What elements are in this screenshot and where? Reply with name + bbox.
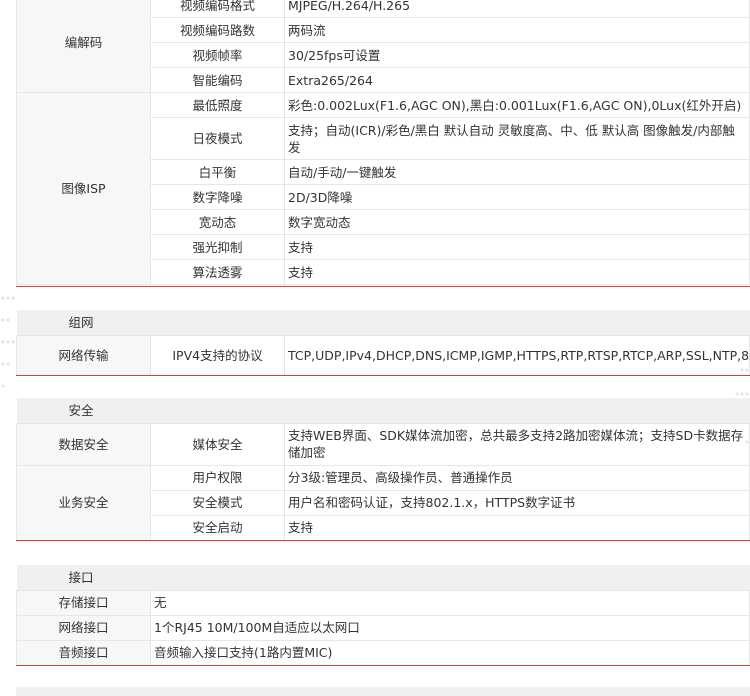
spec-value: 音频输入接口支持(1路内置MIC): [150, 639, 750, 666]
spec-value: 支持: [284, 514, 750, 541]
spec-value: 两码流: [284, 17, 750, 43]
section-header-interface: 接口: [16, 565, 750, 591]
spec-label: 存储接口: [16, 589, 151, 616]
spec-value: Extra265/264: [284, 67, 750, 93]
spec-label: 用户权限: [150, 464, 285, 491]
category-network: 网络传输: [16, 334, 151, 376]
spec-label: 网络接口: [16, 614, 151, 641]
table-row: 业务安全 用户权限 分3级:管理员、高级操作员、普通操作员: [16, 464, 750, 541]
table-row: 存储接口 无: [16, 589, 750, 616]
spec-value: 分3级:管理员、高级操作员、普通操作员: [284, 464, 750, 491]
spec-label: 视频编码路数: [150, 17, 285, 43]
spec-value: 无: [150, 589, 750, 616]
section-divider: [16, 540, 750, 541]
spec-value: 支持: [284, 234, 750, 260]
section-header-next: [16, 687, 750, 696]
category-data-security: 数据安全: [16, 422, 151, 466]
spec-label: 视频帧率: [150, 42, 285, 68]
spec-label: IPV4支持的协议: [150, 334, 285, 376]
spec-value: 1个RJ45 10M/100M自适应以太网口: [150, 614, 750, 641]
spec-value: 支持WEB界面、SDK媒体流加密，总共最多支持2路加密媒体流；支持SD卡数据存储…: [284, 422, 750, 466]
spec-label: 白平衡: [150, 159, 285, 185]
spec-label: 安全模式: [150, 489, 285, 516]
spec-value: 数字宽动态: [284, 209, 750, 235]
section-divider: [16, 286, 750, 287]
spec-label: 算法透雾: [150, 259, 285, 285]
spec-value: 自动/手动/一键触发: [284, 159, 750, 185]
spec-label: 智能编码: [150, 67, 285, 93]
section-divider: [16, 665, 750, 666]
table-row: 网络传输 IPV4支持的协议 TCP,UDP,IPv4,DHCP,DNS,ICM…: [16, 334, 750, 376]
category-codec: 编解码: [16, 0, 151, 93]
section-title: 接口: [16, 565, 750, 591]
category-business-security: 业务安全: [16, 464, 151, 541]
spec-label: 数字降噪: [150, 184, 285, 210]
table-row: 网络接口 1个RJ45 10M/100M自适应以太网口: [16, 614, 750, 641]
spec-label: 媒体安全: [150, 422, 285, 466]
section-title: 安全: [16, 398, 750, 424]
spec-label: 视频编码格式: [150, 0, 285, 18]
spec-label: 强光抑制: [150, 234, 285, 260]
spec-value: 30/25fps可设置: [284, 42, 750, 68]
table-row: 图像ISP 最低照度 彩色:0.002Lux(F1.6,AGC ON),黑白:0…: [16, 92, 750, 285]
section-header-security: 安全: [16, 398, 750, 424]
table-row: 音频接口 音频输入接口支持(1路内置MIC): [16, 639, 750, 666]
spec-value: MJPEG/H.264/H.265: [284, 0, 750, 18]
spec-table-codec-isp: 编解码 视频编码格式 MJPEG/H.264/H.265 视频编码路数 两码流 …: [16, 0, 750, 285]
section-header-network: 组网: [16, 310, 750, 336]
spec-value: 彩色:0.002Lux(F1.6,AGC ON),黑白:0.001Lux(F1.…: [284, 92, 750, 118]
spec-label: 日夜模式: [150, 117, 285, 160]
spec-label: 安全启动: [150, 514, 285, 541]
spec-value: 2D/3D降噪: [284, 184, 750, 210]
spec-value: TCP,UDP,IPv4,DHCP,DNS,ICMP,IGMP,HTTPS,RT…: [284, 334, 750, 376]
section-divider: [16, 375, 750, 376]
spec-value: 支持: [284, 259, 750, 285]
category-image-isp: 图像ISP: [16, 92, 151, 285]
spec-label: 最低照度: [150, 92, 285, 118]
spec-table-interface: 接口 存储接口 无 网络接口 1个RJ45 10M/100M自适应以太网口 音频…: [16, 565, 750, 666]
table-row: 编解码 视频编码格式 MJPEG/H.264/H.265: [16, 0, 750, 93]
spec-table-security: 安全 数据安全 媒体安全 支持WEB界面、SDK媒体流加密，总共最多支持2路加密…: [16, 398, 750, 541]
spec-value: 支持；自动(ICR)/彩色/黑白 默认自动 灵敏度高、中、低 默认高 图像触发/…: [284, 117, 750, 160]
spec-table-network: 组网 网络传输 IPV4支持的协议 TCP,UDP,IPv4,DHCP,DNS,…: [16, 310, 750, 376]
section-title: 组网: [16, 310, 750, 336]
spec-label: 宽动态: [150, 209, 285, 235]
spec-value: 用户名和密码认证，支持802.1.x，HTTPS数字证书: [284, 489, 750, 516]
table-row: 数据安全 媒体安全 支持WEB界面、SDK媒体流加密，总共最多支持2路加密媒体流…: [16, 422, 750, 466]
spec-label: 音频接口: [16, 639, 151, 666]
